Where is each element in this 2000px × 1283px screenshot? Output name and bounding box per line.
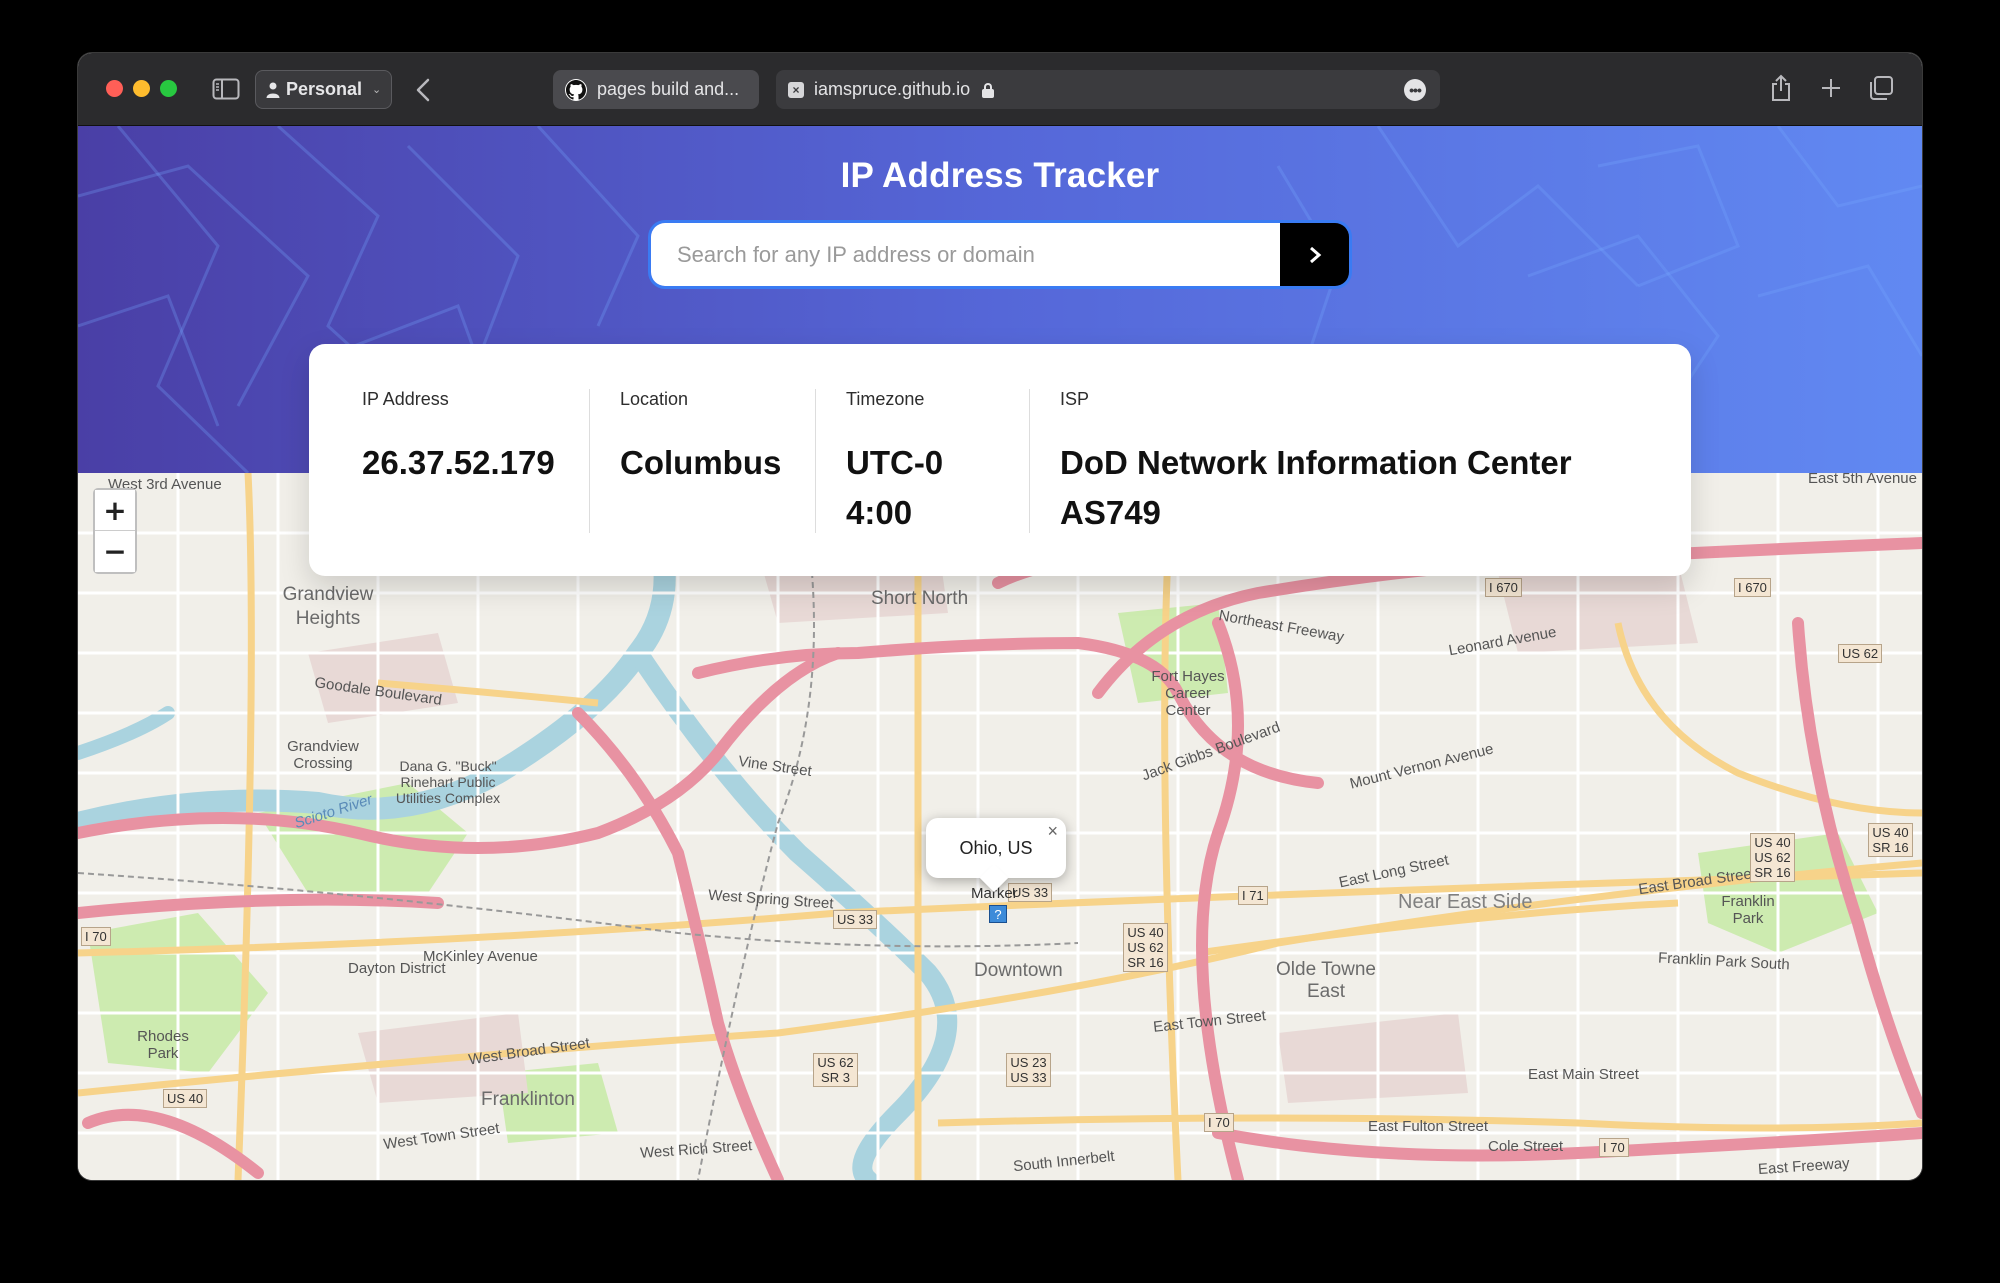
person-icon [266, 82, 280, 98]
stat-value: Columbus [620, 444, 782, 481]
highway-shield: I 670 [1734, 578, 1771, 597]
tab-iamspruce[interactable]: × iamspruce.github.io ••• [776, 70, 1440, 109]
map-label: Near East Side [1398, 891, 1533, 913]
map-label: Short North [871, 588, 969, 609]
highway-shield: US 40 US 62 SR 16 [1123, 923, 1168, 972]
share-icon[interactable] [1767, 71, 1795, 105]
highway-shield: US 40 [163, 1089, 208, 1108]
map[interactable]: West 3rd Avenue East 5th Avenue Grandvie… [78, 473, 1922, 1180]
sidebar-icon[interactable] [212, 77, 240, 101]
browser-toolbar: Personal ⌄ pages build and... × iamspruc… [78, 53, 1922, 126]
back-icon[interactable] [410, 73, 436, 107]
new-tab-icon[interactable] [1817, 71, 1845, 105]
browser-window: Personal ⌄ pages build and... × iamspruc… [78, 53, 1922, 1180]
divider [1029, 389, 1030, 533]
map-label: Grandview Heights [282, 584, 374, 629]
map-label: East Main Street [1528, 1066, 1639, 1083]
divider [815, 389, 816, 533]
stat-ip-address: IP Address 26.37.52.179 [362, 389, 572, 488]
zoom-out-button[interactable]: − [95, 531, 135, 572]
highway-shield: I 670 [1485, 578, 1522, 597]
zoom-in-button[interactable]: + [95, 490, 135, 531]
highway-shield: US 40 SR 16 [1868, 823, 1913, 857]
map-label: Franklin Park [1721, 893, 1775, 927]
map-label: Rhodes Park [137, 1028, 189, 1062]
more-icon[interactable]: ••• [1404, 79, 1426, 101]
chevron-right-icon [1309, 246, 1321, 263]
map-label: Franklinton [481, 1089, 575, 1110]
tab-overview-icon[interactable] [1867, 73, 1895, 103]
highway-shield: US 62 SR 3 [813, 1053, 858, 1087]
map-label: Olde Towne East [1276, 959, 1376, 1002]
lock-icon [982, 82, 995, 98]
submit-button[interactable] [1280, 223, 1349, 286]
tab-title: pages build and... [597, 79, 740, 99]
zoom-control: + − [93, 488, 137, 574]
highway-shield: US 23 US 33 [1006, 1053, 1051, 1087]
stat-value: DoD Network Information Center AS749 [1060, 444, 1572, 531]
stat-label: Timezone [846, 389, 925, 409]
github-icon [565, 78, 587, 101]
stat-timezone: Timezone UTC-04:00 [846, 389, 961, 538]
stat-isp: ISP DoD Network Information Center AS749 [1060, 389, 1620, 538]
highway-shield: US 62 [1838, 644, 1883, 663]
map-marker-icon[interactable]: ? [989, 905, 1007, 923]
map-label: Dana G. "Buck" Rinehart Public Utilities… [395, 758, 501, 806]
page-content: IP Address Tracker IP Address 26.37.52.1… [78, 126, 1922, 1180]
search-input[interactable] [651, 223, 1280, 286]
popup-text: Ohio, US [959, 837, 1033, 858]
stat-label: ISP [1060, 389, 1090, 409]
map-label: Downtown [974, 960, 1063, 981]
highway-shield: I 71 [1238, 886, 1268, 905]
map-label: East 5th Avenue [1808, 473, 1917, 487]
map-label: East Fulton Street [1368, 1118, 1489, 1135]
close-window-button[interactable] [106, 80, 123, 97]
location-popup: Ohio, US × [926, 818, 1066, 878]
map-label: Cole Street [1488, 1138, 1564, 1155]
site-favicon-icon: × [788, 81, 804, 98]
highway-shield: I 70 [1599, 1138, 1629, 1157]
map-label: Grandview Crossing [287, 738, 359, 772]
page-title: IP Address Tracker [840, 156, 1160, 195]
divider [589, 389, 590, 533]
search-bar [651, 223, 1349, 286]
stat-label: Location [620, 389, 689, 409]
profile-button[interactable]: Personal ⌄ [255, 70, 392, 109]
ip-info-card: IP Address 26.37.52.179 Location Columbu… [309, 344, 1691, 576]
tab-title: iamspruce.github.io [814, 79, 971, 99]
chevron-down-icon: ⌄ [372, 84, 382, 96]
highway-shield: US 40 US 62 SR 16 [1750, 833, 1795, 882]
minimize-window-button[interactable] [133, 80, 150, 97]
stat-value: UTC-04:00 [846, 444, 944, 531]
highway-shield: US 33 [833, 910, 878, 929]
profile-label: Personal [286, 79, 363, 99]
close-icon[interactable]: × [1047, 821, 1058, 842]
stat-location: Location Columbus [620, 389, 820, 488]
map-label: Fort Hayes Career Center [1151, 668, 1225, 719]
tab-pages-build[interactable]: pages build and... [553, 70, 759, 109]
highway-shield: I 70 [81, 927, 111, 946]
stat-label: IP Address [362, 389, 449, 409]
zoom-window-button[interactable] [160, 80, 177, 97]
map-label: McKinley Avenue [423, 948, 538, 965]
stat-value: 26.37.52.179 [362, 444, 555, 481]
highway-shield: I 70 [1204, 1113, 1234, 1132]
